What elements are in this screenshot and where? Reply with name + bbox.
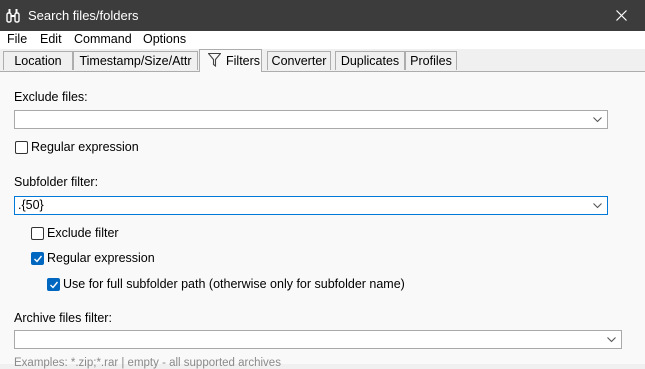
window-title: Search files/folders	[28, 8, 139, 23]
tab-label: Filters	[226, 54, 261, 68]
tab-label: Duplicates	[340, 54, 400, 68]
subfolder-filter-value: .{50}	[18, 198, 44, 212]
chevron-down-icon[interactable]	[607, 337, 616, 343]
full-path-checkbox[interactable]	[47, 278, 60, 291]
subfolder-regex-label: Regular expression	[47, 251, 155, 265]
subfolder-filter-label: Subfolder filter:	[14, 175, 99, 189]
tab-converter[interactable]: Converter	[267, 51, 331, 70]
exclude-regex-checkbox[interactable]	[15, 141, 28, 154]
menu-bar: File Edit Command Options	[0, 31, 645, 49]
subfolder-filter-combobox[interactable]: .{50}	[14, 196, 608, 215]
tab-timestamp-size-attr[interactable]: Timestamp/Size/Attr	[73, 51, 198, 70]
checkmark-icon	[34, 255, 43, 263]
filters-panel: Exclude files: Regular expression Subfol…	[0, 72, 645, 369]
menu-command[interactable]: Command	[74, 32, 132, 46]
archive-filter-label: Archive files filter:	[14, 311, 112, 325]
menu-edit[interactable]: Edit	[40, 32, 62, 46]
close-button[interactable]	[599, 0, 645, 31]
chevron-down-icon[interactable]	[593, 203, 602, 209]
subfolder-regex-checkbox[interactable]	[31, 252, 44, 265]
tab-profiles[interactable]: Profiles	[405, 51, 457, 70]
full-path-label: Use for full subfolder path (otherwise o…	[63, 277, 405, 291]
tab-label: Profiles	[410, 54, 452, 68]
exclude-files-label: Exclude files:	[14, 90, 88, 104]
title-bar: Search files/folders	[0, 0, 645, 31]
tab-location[interactable]: Location	[3, 51, 73, 70]
exclude-files-combobox[interactable]	[14, 110, 608, 129]
tab-label: Timestamp/Size/Attr	[79, 54, 192, 68]
menu-options[interactable]: Options	[143, 32, 186, 46]
tab-duplicates[interactable]: Duplicates	[335, 51, 405, 70]
archive-filter-hint: Examples: *.zip;*.rar | empty - all supp…	[14, 357, 281, 369]
checkmark-icon	[50, 281, 59, 289]
archive-filter-combobox[interactable]	[14, 330, 622, 349]
binoculars-icon	[6, 8, 20, 24]
tab-strip: Location Timestamp/Size/Attr Filters Con…	[0, 49, 645, 72]
tab-label: Location	[14, 54, 62, 68]
tab-label: Converter	[271, 54, 327, 68]
close-icon	[616, 10, 627, 21]
chevron-down-icon[interactable]	[593, 117, 602, 123]
exclude-regex-label: Regular expression	[31, 140, 139, 154]
tab-filters[interactable]: Filters	[199, 49, 262, 72]
filter-icon	[207, 52, 222, 72]
exclude-filter-label: Exclude filter	[47, 226, 119, 240]
menu-file[interactable]: File	[7, 32, 27, 46]
exclude-filter-checkbox[interactable]	[31, 227, 44, 240]
